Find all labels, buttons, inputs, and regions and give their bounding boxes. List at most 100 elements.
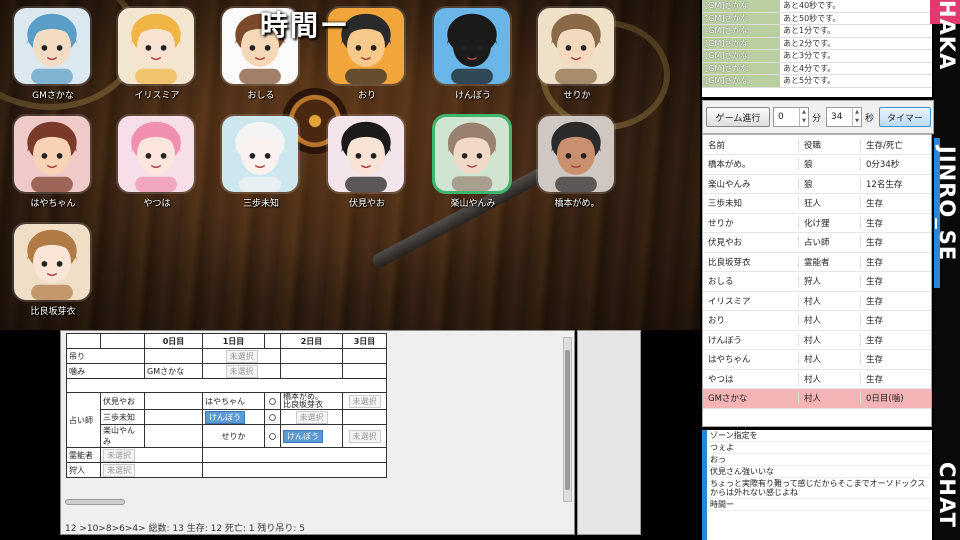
status-role: 村人 [799, 294, 861, 307]
log-message: あと5分です。 [783, 76, 836, 86]
player-avatar[interactable] [536, 6, 616, 86]
status-role: 狼 [799, 158, 861, 171]
result-radio[interactable] [269, 432, 276, 440]
player-status-row[interactable]: イリスミア 村人 生存 [703, 292, 931, 311]
bite-day1-select[interactable]: 未選択 [225, 364, 258, 378]
player-status-row[interactable]: おり 村人 生存 [703, 311, 931, 331]
player-status-row[interactable]: 伏見やお 占い師 生存 [703, 233, 931, 253]
seer-day3-select[interactable]: 未選択 [348, 429, 381, 443]
log-message: あと40秒です。 [783, 1, 841, 11]
scrollbar-thumb[interactable] [565, 350, 570, 490]
player-avatar[interactable] [116, 114, 196, 194]
status-state: 0分34秒 [866, 160, 900, 171]
minutes-value: 0 [778, 112, 784, 122]
player-status-row[interactable]: 楽山やんみ狼 12名生存 [703, 175, 931, 194]
status-name: GMさかな [703, 392, 799, 405]
player-avatar[interactable] [12, 222, 92, 302]
player-name: おり [357, 91, 376, 101]
seer-result-selected[interactable]: けんぼう [283, 429, 323, 443]
status-table-header: 名前 役職 生存/死亡 [703, 135, 931, 155]
player-card[interactable]: イリスミア [116, 6, 198, 106]
log-message: あと50秒です。 [783, 13, 841, 23]
banner-text-top: HAKA [935, 0, 959, 71]
player-status-row[interactable]: せりか 化け狸 生存 [703, 214, 931, 233]
vote-panel-scrollbar[interactable] [563, 337, 572, 502]
banner-text-bottom: CHAT [935, 462, 959, 528]
log-row: [GM]さかな あと40秒です。 [702, 0, 932, 13]
player-status-row[interactable]: けんぼう 村人 生存 [703, 331, 931, 350]
hang-day1-select[interactable]: 未選択 [225, 349, 258, 363]
player-name: GMさかな [32, 91, 74, 101]
player-card[interactable]: はやちゃん [12, 114, 94, 214]
status-table-body: 橋本がめ。狼 0分34秒 楽山やんみ狼 12名生存 三歩未知 狂人 生存 せりか 化け狸 生存 伏見… [703, 155, 931, 409]
result-radio[interactable] [269, 397, 276, 405]
avatar-portrait-icon [118, 116, 194, 192]
small-toggle-button[interactable] [65, 499, 125, 505]
avatar-portrait-icon [435, 117, 509, 191]
result-radio[interactable] [269, 413, 276, 421]
player-status-row[interactable]: 橋本がめ。狼 0分34秒 [703, 155, 931, 175]
player-status-row[interactable]: やつは 村人 生存 [703, 370, 931, 389]
status-name: イリスミア [703, 294, 799, 307]
player-card[interactable]: 伏見やお [326, 114, 408, 214]
player-name: けんぼう [454, 91, 491, 101]
player-card[interactable]: GMさかな [12, 6, 94, 106]
avatar-portrait-icon [222, 116, 298, 192]
player-status-row[interactable]: 三歩未知 狂人 生存 [703, 194, 931, 214]
seconds-spinner[interactable]: 34 ▲ ▼ [826, 107, 862, 127]
timer-button[interactable]: タイマー [879, 107, 931, 127]
status-name: はやちゃん [703, 353, 799, 366]
player-avatar[interactable] [536, 114, 616, 194]
status-role: 村人 [799, 314, 861, 327]
player-card[interactable]: 三歩未知 [220, 114, 302, 214]
hunter-select[interactable]: 未選択 [103, 463, 135, 477]
row-label-seer: 占い師 [66, 392, 101, 448]
seer-name: 伏見やお [100, 392, 145, 410]
row-label-medium: 霊能者 [66, 447, 101, 463]
seer-result[interactable]: せりか [222, 432, 246, 441]
status-name: おり [703, 314, 799, 327]
game-advance-button[interactable]: ゲーム進行 [706, 107, 770, 127]
status-state: 生存 [866, 296, 884, 307]
player-status-row[interactable]: GMさかな 村人 0日目(噛) [703, 389, 931, 409]
seer-day3-select[interactable]: 未選択 [348, 394, 381, 408]
spinner-arrows-icon[interactable]: ▲ ▼ [799, 108, 808, 126]
player-avatar[interactable] [326, 114, 406, 194]
seer-day2-select[interactable]: 未選択 [295, 410, 328, 424]
player-avatar[interactable] [12, 6, 92, 86]
seer-result[interactable]: 比良坂芽衣 [283, 400, 323, 409]
log-row: [GM]さかな あと5分です。 [702, 75, 932, 88]
player-card[interactable]: やつは [116, 114, 198, 214]
gm-log: [GM]さかな あと40秒です。 [GM]さかな あと50秒です。 [GM]さかな あと1… [702, 0, 932, 97]
seer-result[interactable]: はやちゃん [205, 397, 245, 406]
status-name: せりか [703, 216, 799, 229]
seconds-value: 34 [831, 112, 843, 122]
log-sender: [GM]さかな [702, 0, 780, 12]
player-status-row[interactable]: はやちゃん 村人 生存 [703, 350, 931, 370]
minutes-spinner[interactable]: 0 ▲ ▼ [773, 107, 809, 127]
player-avatar[interactable] [432, 6, 512, 86]
player-avatar[interactable] [116, 6, 196, 86]
spinner-arrows-icon[interactable]: ▲ ▼ [852, 108, 861, 126]
status-state: 生存 [866, 257, 884, 268]
player-name: 伏見やお [348, 199, 385, 209]
day-header: 3日目 [342, 333, 387, 349]
player-card[interactable]: せりか [536, 6, 618, 106]
avatar-portrait-icon [538, 8, 614, 84]
player-card[interactable]: 比良坂芽衣 [12, 222, 94, 322]
medium-select[interactable]: 未選択 [103, 448, 135, 462]
header-role: 役職 [799, 138, 861, 151]
player-card[interactable]: けんぼう [432, 6, 514, 106]
player-card[interactable]: 橋本がめ。 [536, 114, 618, 214]
seer-result-selected[interactable]: けんぼう [205, 410, 245, 424]
log-row: [GM]さかな あと2分です。 [702, 37, 932, 50]
header-name: 名前 [703, 138, 799, 151]
player-card[interactable]: 楽山やんみ [432, 114, 514, 214]
banner-text-middle: JINRO_SE [935, 146, 959, 262]
player-avatar[interactable] [12, 114, 92, 194]
player-avatar[interactable] [220, 114, 300, 194]
player-status-row[interactable]: 比良坂芽衣 霊能者 生存 [703, 253, 931, 272]
player-avatar[interactable] [432, 114, 512, 194]
side-blank-panel [577, 330, 641, 535]
player-status-row[interactable]: おしる 狩人 生存 [703, 272, 931, 292]
